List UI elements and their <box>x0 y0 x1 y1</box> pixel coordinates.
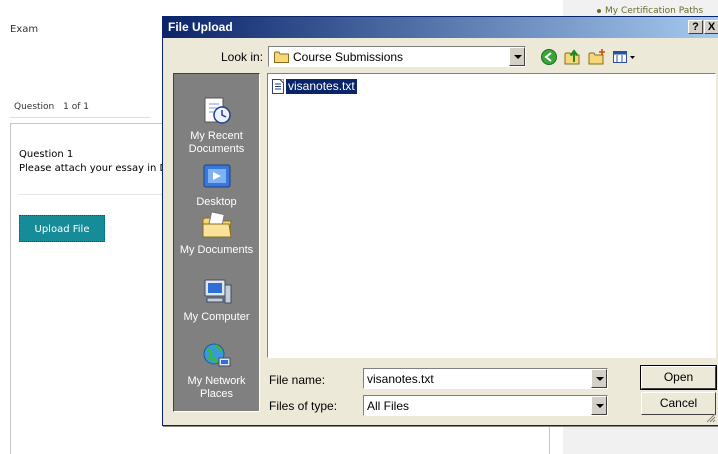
desktop-icon <box>203 164 230 188</box>
bullet-icon <box>597 8 601 13</box>
network-places-icon <box>203 343 230 367</box>
file-name-value: visanotes.txt <box>367 372 434 386</box>
places-bar: My Recent Documents Desktop My Documents… <box>173 73 260 412</box>
place-my-documents[interactable]: My Documents <box>174 210 259 257</box>
list-item[interactable]: visanotes.txt <box>272 78 358 97</box>
place-label: My Documents <box>179 244 254 256</box>
close-button[interactable]: X <box>704 20 718 34</box>
up-folder-icon[interactable] <box>564 48 582 66</box>
place-label: My Recent Documents <box>188 130 245 155</box>
files-of-type-value: All Files <box>367 399 410 413</box>
folder-icon <box>274 51 289 66</box>
my-documents-icon <box>202 211 232 238</box>
place-label: My Network Places <box>187 375 246 400</box>
place-my-network-places[interactable]: My Network Places <box>174 341 259 401</box>
page-title: Exam <box>10 24 39 35</box>
question-label: Question <box>14 102 55 112</box>
look-in-value: Course Submissions <box>293 50 404 64</box>
place-my-recent-documents[interactable]: My Recent Documents <box>174 96 259 156</box>
place-label: Desktop <box>196 196 237 208</box>
help-button[interactable]: ? <box>688 20 703 34</box>
file-list[interactable]: visanotes.txt <box>267 73 716 358</box>
files-of-type-dropdown[interactable]: All Files <box>363 395 608 416</box>
dialog-titlebar[interactable]: File Upload ? X <box>163 17 718 38</box>
dialog-title: File Upload <box>168 20 233 34</box>
question-text: Please attach your essay in D <box>19 163 168 174</box>
look-in-label: Look in: <box>221 50 264 64</box>
recent-documents-icon <box>204 97 231 124</box>
file-upload-dialog: File Upload ? X Look in: Course Submissi… <box>162 16 718 426</box>
my-computer-icon <box>204 279 231 304</box>
question-heading: Question 1 <box>19 149 74 160</box>
open-button[interactable]: Open <box>640 365 717 390</box>
views-menu-icon[interactable] <box>612 48 638 66</box>
text-file-icon <box>272 79 284 97</box>
chevron-down-icon[interactable] <box>591 369 607 388</box>
certification-paths-label: My Certification Paths <box>605 6 704 16</box>
place-desktop[interactable]: Desktop <box>174 162 259 209</box>
new-folder-icon[interactable] <box>588 48 606 66</box>
place-label: My Computer <box>183 311 250 323</box>
file-name: visanotes.txt <box>285 78 358 95</box>
chevron-down-icon[interactable] <box>591 396 607 415</box>
place-my-computer[interactable]: My Computer <box>174 277 259 324</box>
file-name-label: File name: <box>269 373 326 387</box>
question-count: 1 of 1 <box>63 102 89 112</box>
certification-paths-link[interactable]: My Certification Paths <box>597 6 703 16</box>
files-of-type-label: Files of type: <box>269 399 338 413</box>
question-navigator: Question 1 of 1 <box>10 98 150 118</box>
cancel-button[interactable]: Cancel <box>641 392 716 415</box>
chevron-down-icon[interactable] <box>509 47 525 66</box>
file-name-field[interactable]: visanotes.txt <box>363 368 608 389</box>
back-icon[interactable] <box>540 48 558 66</box>
look-in-dropdown[interactable]: Course Submissions <box>268 46 526 67</box>
upload-file-button[interactable]: Upload File <box>19 215 105 242</box>
resize-grip-icon[interactable] <box>706 413 716 423</box>
